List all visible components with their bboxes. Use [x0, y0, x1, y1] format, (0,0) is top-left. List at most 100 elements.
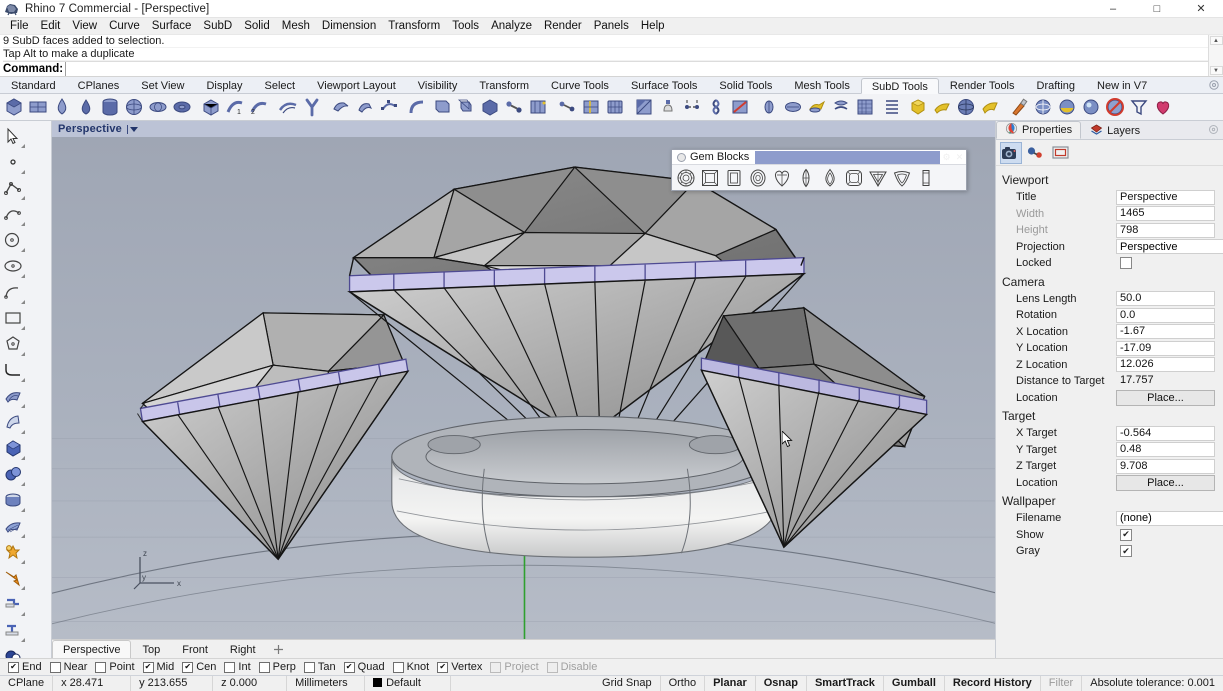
subd-list-icon[interactable]: [829, 95, 853, 119]
subd-ellipsoid-icon[interactable]: [146, 95, 170, 119]
wallpaper-filename-input[interactable]: [1116, 511, 1223, 526]
property-value[interactable]: 798: [1116, 223, 1215, 238]
osnap-checkbox[interactable]: [259, 662, 270, 673]
osnap-checkbox[interactable]: [344, 662, 355, 673]
gold-sphere-icon[interactable]: [954, 95, 978, 119]
toolbar-tab-visibility[interactable]: Visibility: [407, 77, 469, 93]
toolbar-tab-set-view[interactable]: Set View: [130, 77, 195, 93]
subd-sphere-icon[interactable]: [122, 95, 146, 119]
curve-icon[interactable]: [0, 201, 26, 227]
subd-merge-icon[interactable]: [656, 95, 680, 119]
subd-convert-icon[interactable]: [882, 95, 906, 119]
gem-pear-icon[interactable]: [818, 166, 842, 190]
toolbar-tab-mesh-tools[interactable]: Mesh Tools: [783, 77, 860, 93]
menu-item-transform[interactable]: Transform: [382, 18, 446, 35]
fillet-curve-icon[interactable]: [0, 357, 26, 383]
subd-torus-icon[interactable]: [170, 95, 194, 119]
surface-plane-icon[interactable]: [0, 383, 26, 409]
command-scroll-buttons[interactable]: ▲ ▼: [1208, 35, 1223, 76]
select-arrow-icon[interactable]: [0, 123, 26, 149]
status-toggle-smarttrack[interactable]: SmartTrack: [807, 676, 884, 691]
toolbar-tab-solid-tools[interactable]: Solid Tools: [708, 77, 783, 93]
cylinder-icon[interactable]: [0, 487, 26, 513]
subd-remove-icon[interactable]: [728, 95, 752, 119]
osnap-vertex[interactable]: Vertex: [435, 661, 487, 673]
subd-bevel-icon[interactable]: [353, 95, 377, 119]
heart-icon[interactable]: [1151, 95, 1175, 119]
explode-icon[interactable]: [0, 539, 26, 565]
menu-item-edit[interactable]: Edit: [35, 18, 67, 35]
osnap-end[interactable]: End: [6, 661, 47, 673]
status-units[interactable]: Millimeters: [287, 676, 365, 691]
subd-sweep-icon[interactable]: [276, 95, 300, 119]
frame-icon[interactable]: [1050, 142, 1072, 164]
subd-tools-icon[interactable]: [853, 95, 877, 119]
menu-item-render[interactable]: Render: [538, 18, 588, 35]
panel-tab-properties[interactable]: Properties: [996, 121, 1081, 139]
gem-cushion-icon[interactable]: [842, 166, 866, 190]
join-arrow-icon[interactable]: [0, 565, 26, 591]
no-globe-icon[interactable]: [1103, 95, 1127, 119]
subd-display-icon[interactable]: [805, 95, 829, 119]
osnap-checkbox[interactable]: [393, 662, 404, 673]
osnap-checkbox[interactable]: [547, 662, 558, 673]
status-toggle-osnap[interactable]: Osnap: [756, 676, 807, 691]
osnap-checkbox[interactable]: [8, 662, 19, 673]
menu-item-panels[interactable]: Panels: [588, 18, 635, 35]
menu-item-analyze[interactable]: Analyze: [485, 18, 538, 35]
subd-plane-icon[interactable]: [26, 95, 50, 119]
subd-multipipe-icon[interactable]: [300, 95, 324, 119]
status-toggle-filter[interactable]: Filter: [1041, 676, 1082, 691]
osnap-checkbox[interactable]: [182, 662, 193, 673]
subd-from-mesh-icon[interactable]: [199, 95, 223, 119]
gem-baguette-icon[interactable]: [914, 166, 938, 190]
subd-reflect-icon[interactable]: [632, 95, 656, 119]
polygon-icon[interactable]: [0, 331, 26, 357]
property-value[interactable]: 12.026: [1116, 357, 1215, 372]
status-y-coordinate[interactable]: y 213.655: [131, 676, 213, 691]
property-value[interactable]: 50.0: [1116, 291, 1215, 306]
globe-blue-icon[interactable]: [1031, 95, 1055, 119]
menu-item-subd[interactable]: SubD: [197, 18, 238, 35]
globe-yellow-icon[interactable]: [1055, 95, 1079, 119]
status-current-layer[interactable]: Default: [365, 676, 451, 691]
toolbar-tab-cplanes[interactable]: CPlanes: [67, 77, 131, 93]
gold-plane-icon[interactable]: [930, 95, 954, 119]
gold-box-icon[interactable]: [906, 95, 930, 119]
osnap-cen[interactable]: Cen: [180, 661, 221, 673]
subd-drop-icon[interactable]: [74, 95, 98, 119]
gem-oval-icon[interactable]: [746, 166, 770, 190]
property-value[interactable]: 0.48: [1116, 442, 1215, 457]
perspective-viewport[interactable]: z x y Gem Blocks⚙✕: [52, 137, 995, 639]
status-toggle-gumball[interactable]: Gumball: [884, 676, 945, 691]
property-value[interactable]: -17.09: [1116, 341, 1215, 356]
subd-stitch-icon[interactable]: [704, 95, 728, 119]
subd-insert-point-icon[interactable]: [478, 95, 502, 119]
osnap-disable[interactable]: Disable: [545, 661, 603, 673]
toolbar-tab-drafting[interactable]: Drafting: [1026, 77, 1087, 93]
command-scroll-down-icon[interactable]: ▼: [1210, 66, 1223, 75]
globe-cyan-icon[interactable]: [1079, 95, 1103, 119]
surface-loft-icon[interactable]: [0, 409, 26, 435]
arc-icon[interactable]: [0, 279, 26, 305]
toolbar-tab-transform[interactable]: Transform: [468, 77, 540, 93]
gem-trillion-icon[interactable]: [866, 166, 890, 190]
osnap-int[interactable]: Int: [222, 661, 255, 673]
gem-blocks-toolbar[interactable]: Gem Blocks⚙✕: [671, 149, 967, 191]
close-icon[interactable]: ✕: [953, 151, 966, 164]
viewport-tab-top[interactable]: Top: [131, 640, 171, 658]
circle-icon[interactable]: [0, 227, 26, 253]
subd-extrude-icon[interactable]: [329, 95, 353, 119]
maximize-button[interactable]: □: [1135, 0, 1179, 18]
trim-icon[interactable]: [0, 591, 26, 617]
property-checkbox[interactable]: [1120, 257, 1132, 269]
property-value[interactable]: -1.67: [1116, 324, 1215, 339]
property-value[interactable]: -0.564: [1116, 426, 1215, 441]
subd-uv-icon[interactable]: [781, 95, 805, 119]
mesh-plane-icon[interactable]: [0, 513, 26, 539]
osnap-checkbox[interactable]: [95, 662, 106, 673]
menu-item-curve[interactable]: Curve: [103, 18, 146, 35]
toolbar-handle-icon[interactable]: [677, 153, 686, 162]
subd-bridge-icon[interactable]: [502, 95, 526, 119]
subd-loft-2-icon[interactable]: 2: [247, 95, 271, 119]
